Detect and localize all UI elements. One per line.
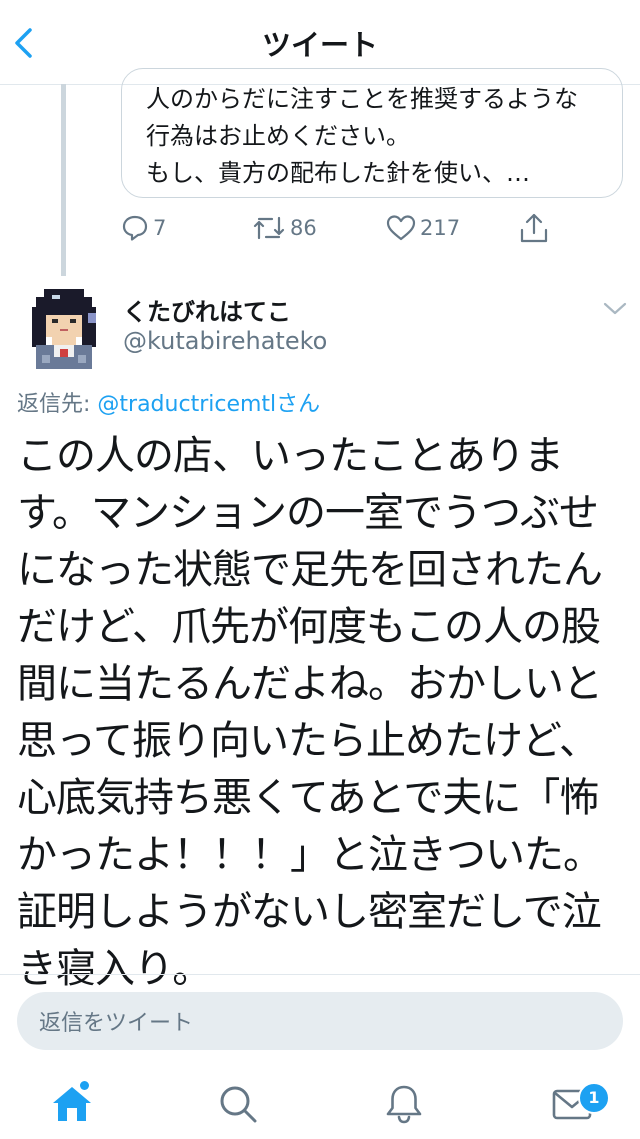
reply-button[interactable]: 7 xyxy=(121,208,166,248)
reply-to-suffix: さん xyxy=(276,392,321,417)
quoted-tweet-line: 人のからだに注すことを推奨するような xyxy=(146,85,578,113)
thread-connector-line xyxy=(61,84,66,276)
tweet-body-line: 間に当たるんだよね。おかしいと xyxy=(17,661,603,707)
reply-to-line: 返信先: @traductricemtlさん xyxy=(17,386,320,418)
retweet-icon xyxy=(253,216,285,240)
share-icon xyxy=(520,213,548,243)
search-icon[interactable] xyxy=(216,1082,260,1126)
reply-to-mention[interactable]: @traductricemtl xyxy=(97,392,276,417)
tweet-body-line: 思って振り向いたら止めたけど、 xyxy=(17,718,599,764)
tab-bar: 1 xyxy=(0,1068,640,1139)
reply-count: 7 xyxy=(153,216,167,240)
notifications-icon[interactable] xyxy=(382,1082,426,1126)
reply-input-placeholder: 返信をツイート xyxy=(39,1011,194,1036)
quoted-tweet-line: 行為はお止めください。 xyxy=(146,122,410,150)
page-title: ツイート xyxy=(261,28,378,62)
reply-input[interactable]: 返信をツイート xyxy=(17,992,623,1050)
messages-badge: 1 xyxy=(578,1082,610,1114)
tweet-body: この人の店、いったことありま す。マンションの一室でうつぶせ になった状態で足先… xyxy=(17,428,623,998)
quoted-tweet-line: もし、貴方の配布した針を使い、… xyxy=(146,159,530,187)
user-handle[interactable]: @kutabirehateko xyxy=(123,327,327,355)
tweet-body-line: 心底気持ち悪くてあとで夫に「怖 xyxy=(17,775,599,821)
home-unread-dot xyxy=(80,1081,89,1090)
tweet-body-line: になった状態で足先を回されたん xyxy=(17,547,603,593)
reply-icon xyxy=(122,215,148,241)
reply-to-prefix: 返信先: xyxy=(17,392,98,417)
like-button[interactable]: 217 xyxy=(386,208,460,248)
retweet-button[interactable]: 86 xyxy=(252,208,317,248)
share-button[interactable] xyxy=(519,208,549,248)
display-name[interactable]: くたびれはてこ xyxy=(123,292,291,327)
tweet-body-line: この人の店、いったことありま xyxy=(17,433,564,479)
tweet-body-line: かったよ！！！」と泣きついた。 xyxy=(17,832,603,878)
like-icon xyxy=(386,215,416,241)
chevron-down-icon[interactable] xyxy=(602,300,628,318)
tweet-body-line: す。マンションの一室でうつぶせ xyxy=(17,490,599,536)
tweet-body-line: 証明しようがないし密室だしで泣 xyxy=(17,889,602,935)
quoted-tweet-card[interactable]: 人のからだに注すことを推奨するような 行為はお止めください。 もし、貴方の配布し… xyxy=(121,68,623,198)
like-count: 217 xyxy=(420,216,461,240)
tweet-body-line: だけど、爪先が何度もこの人の股 xyxy=(17,604,601,650)
divider xyxy=(0,974,640,975)
retweet-count: 86 xyxy=(290,216,317,240)
tweet-body-line: き寝入り。 xyxy=(17,946,212,992)
avatar[interactable] xyxy=(26,285,102,371)
